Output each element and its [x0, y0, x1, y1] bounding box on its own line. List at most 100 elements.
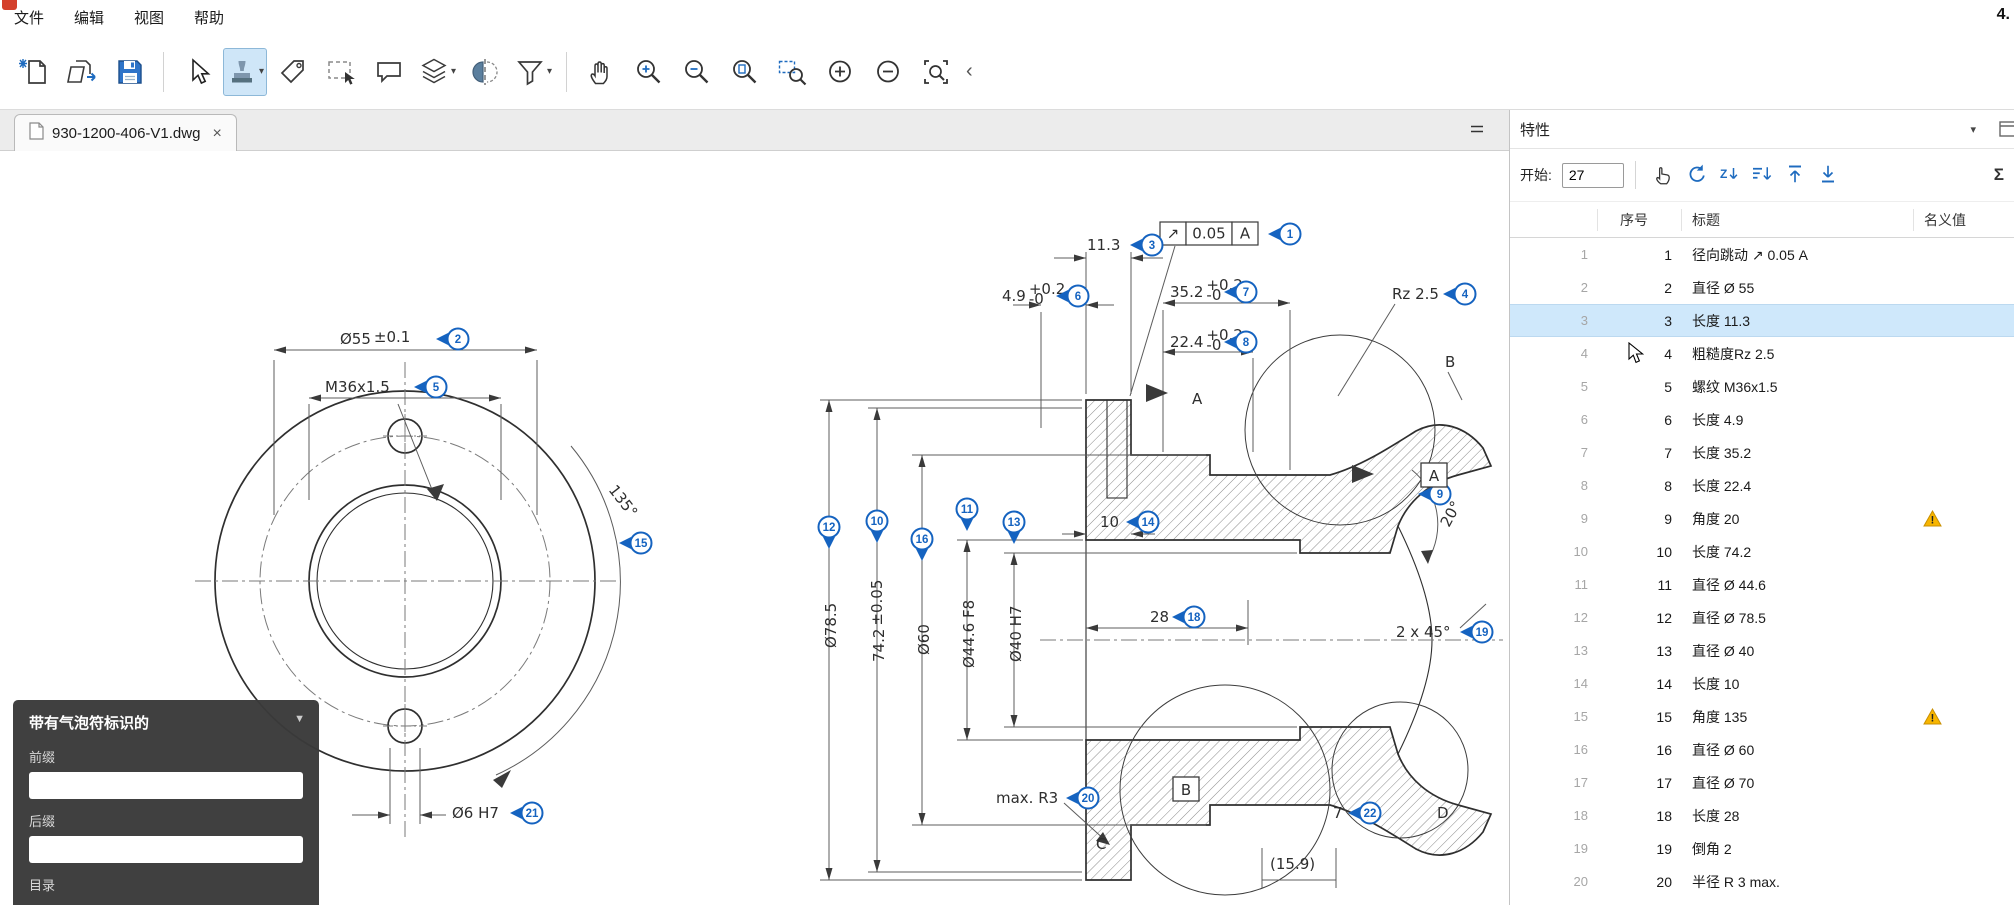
table-row[interactable]: 1616直径 Ø 6060 — [1510, 733, 2014, 766]
row-nominal: 2 — [1950, 841, 2014, 857]
move-top-button[interactable] — [1779, 159, 1812, 191]
balloon-annotation-3[interactable]: 11.33 — [1087, 235, 1163, 256]
table-row[interactable]: 1414长度 1010 — [1510, 667, 2014, 700]
row-gutter-number: 17 — [1510, 775, 1598, 790]
refresh-button[interactable] — [1680, 159, 1713, 191]
move-bottom-button[interactable] — [1812, 159, 1845, 191]
svg-text:A: A — [1192, 390, 1203, 408]
hand-pointer-button[interactable] — [1647, 159, 1680, 191]
minus-circle-button[interactable] — [866, 48, 910, 96]
table-row[interactable]: 1717直径 Ø 7070 — [1510, 766, 2014, 799]
panel-pin-icon[interactable] — [1998, 118, 2014, 145]
sort-desc-button[interactable] — [1746, 159, 1779, 191]
zoom-window-button[interactable] — [770, 48, 814, 96]
dropdown-caret-icon[interactable]: ▾ — [451, 66, 456, 77]
zoom-page-button[interactable] — [722, 48, 766, 96]
table-row[interactable]: 2020半径 R 3 max. — [1510, 865, 2014, 898]
table-row[interactable]: 1313直径 Ø 4040 — [1510, 634, 2014, 667]
document-tab[interactable]: 930-1200-406-V1.dwg × — [14, 114, 237, 152]
svg-text:-0: -0 — [1206, 336, 1221, 354]
prefix-input[interactable] — [29, 772, 303, 799]
collapse-chevron-icon[interactable]: ▼ — [294, 713, 305, 725]
balloon-pointer-icon — [871, 531, 883, 543]
select-cursor-button[interactable] — [175, 48, 219, 96]
balloon-annotation-4[interactable]: Rz 2.54 — [1392, 284, 1476, 305]
balloon-annotation-6[interactable]: 4.9+0.2-06 — [1002, 280, 1089, 308]
tab-overflow-icon[interactable] — [1469, 122, 1485, 141]
zoom-out-button[interactable] — [674, 48, 718, 96]
panel-chevron-icon[interactable]: ▾ — [1970, 123, 1976, 136]
table-row[interactable]: 55螺纹 M36x1.5 — [1510, 370, 2014, 403]
row-index: 15 — [1598, 709, 1682, 725]
mirror-button[interactable] — [463, 48, 507, 96]
svg-text:2: 2 — [455, 334, 461, 346]
save-button[interactable] — [108, 48, 152, 96]
balloon-pointer-icon — [1130, 239, 1142, 251]
marquee-select-button[interactable] — [319, 48, 363, 96]
balloon-annotation-21[interactable]: Ø6 H721 — [452, 803, 543, 824]
svg-text:6: 6 — [1075, 291, 1081, 303]
balloon-annotation-20[interactable]: max. R320 — [996, 788, 1099, 809]
balloon-annotation-5[interactable]: M36x1.55 — [325, 377, 447, 398]
row-gutter-number: 5 — [1510, 379, 1598, 394]
open-document-button[interactable] — [60, 48, 104, 96]
table-row[interactable]: 99角度 20!20 — [1510, 502, 2014, 535]
row-index: 8 — [1598, 478, 1682, 494]
zoom-in-button[interactable] — [626, 48, 670, 96]
balloon-stamp-button[interactable]: ▾ — [223, 48, 267, 96]
balloon-annotation-15[interactable]: 135°15 — [605, 481, 652, 553]
table-row[interactable]: 22直径 Ø 5555 — [1510, 271, 2014, 304]
svg-text:3: 3 — [1149, 240, 1155, 252]
balloon-annotation-1[interactable]: ↗0.05A1 — [1160, 222, 1301, 245]
table-row[interactable]: 44粗糙度Rz 2.5 — [1510, 337, 2014, 370]
layers-button[interactable]: ▾ — [415, 48, 459, 96]
table-row[interactable]: 1212直径 Ø 78.578.5 — [1510, 601, 2014, 634]
filter-button[interactable]: ▾ — [511, 48, 555, 96]
new-document-button[interactable] — [12, 48, 56, 96]
properties-controls: 开始: Z Σ — [1510, 149, 2014, 202]
svg-text:10: 10 — [871, 516, 884, 528]
balloon-annotation-19[interactable]: 2 x 45°19 — [1396, 622, 1493, 643]
sum-sigma-button[interactable]: Σ — [1994, 165, 2004, 185]
balloon-annotation-18[interactable]: 2818 — [1150, 607, 1205, 628]
menu-item-3[interactable]: 帮助 — [194, 7, 224, 28]
tag-button[interactable] — [271, 48, 315, 96]
zoom-extents-button[interactable] — [914, 48, 958, 96]
menu-item-2[interactable]: 视图 — [134, 7, 164, 28]
balloon-annotation-10[interactable]: 74.2±0.0510 — [867, 511, 889, 663]
view-label: C — [1096, 835, 1106, 853]
table-row[interactable]: 1515角度 135!135 — [1510, 700, 2014, 733]
suffix-input[interactable] — [29, 836, 303, 863]
table-row[interactable]: 66长度 4.94.9 — [1510, 403, 2014, 436]
balloon-annotation-7[interactable]: 35.2+0.2-07 — [1170, 276, 1257, 304]
table-row[interactable]: 1919倒角 22 — [1510, 832, 2014, 865]
table-row[interactable]: 1010长度 74.274.2 — [1510, 535, 2014, 568]
svg-text:2 x 45°: 2 x 45° — [1396, 623, 1451, 641]
svg-text:21: 21 — [526, 808, 539, 820]
table-row[interactable]: 1111直径 Ø 44.644.6 — [1510, 568, 2014, 601]
table-row[interactable]: 1818长度 2828 — [1510, 799, 2014, 832]
pan-hand-button[interactable] — [578, 48, 622, 96]
row-gutter-number: 4 — [1510, 346, 1598, 361]
menu-item-1[interactable]: 编辑 — [74, 7, 104, 28]
dropdown-caret-icon[interactable]: ▾ — [547, 66, 552, 77]
balloon-annotation-2[interactable]: Ø55±0.12 — [340, 328, 469, 350]
table-row[interactable]: 88长度 22.422.4 — [1510, 469, 2014, 502]
svg-text:-0: -0 — [1029, 290, 1044, 308]
sort-z-button[interactable]: Z — [1713, 159, 1746, 191]
row-gutter-number: 11 — [1510, 577, 1598, 592]
table-row[interactable]: 33长度 11.311.3 — [1510, 304, 2014, 337]
toolbar-overflow-chevron[interactable]: ‹ — [966, 60, 973, 83]
table-row[interactable]: 77长度 35.235.2 — [1510, 436, 2014, 469]
start-number-input[interactable] — [1562, 163, 1624, 188]
tab-bar: 930-1200-406-V1.dwg × — [0, 110, 1509, 151]
row-index: 13 — [1598, 643, 1682, 659]
table-row[interactable]: 11径向跳动 ↗ 0.05 A — [1510, 238, 2014, 271]
row-title: 长度 35.2 — [1682, 443, 1914, 463]
dropdown-caret-icon[interactable]: ▾ — [259, 66, 264, 77]
tab-close-icon[interactable]: × — [212, 125, 221, 143]
menu-item-0[interactable]: 文件 — [14, 7, 44, 28]
plus-circle-button[interactable] — [818, 48, 862, 96]
balloon-annotation-8[interactable]: 22.4+0.2-08 — [1170, 326, 1257, 354]
comment-button[interactable] — [367, 48, 411, 96]
